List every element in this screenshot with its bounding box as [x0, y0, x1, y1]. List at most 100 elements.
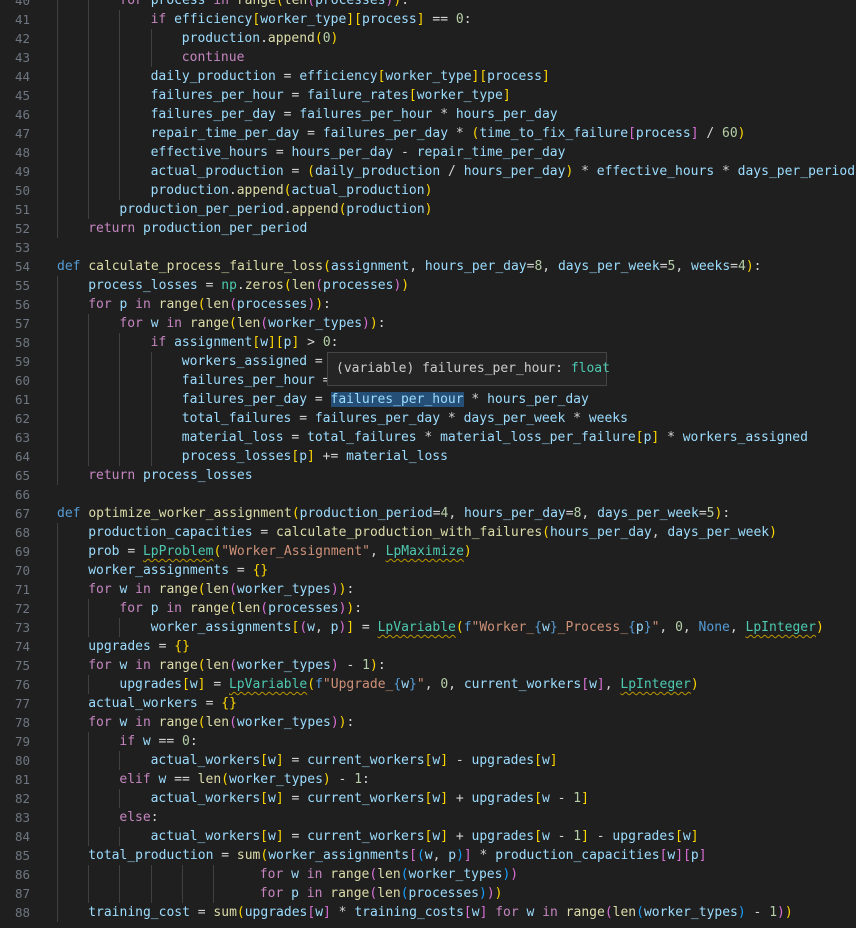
- indent-guide: [119, 162, 121, 181]
- code-line[interactable]: 87 for p in range(len(processes))): [0, 884, 856, 903]
- indent-guide: [57, 105, 58, 124]
- code-line[interactable]: 44 daily_production = efficiency [worker_t…: [0, 67, 856, 86]
- code-token: upgrades: [471, 753, 535, 768]
- code-editor[interactable]: 40 for process in range(len(processes)): 4…: [0, 0, 856, 922]
- indent-guide: [57, 67, 58, 86]
- code-token: LpProblem: [142, 544, 214, 559]
- code-token: (: [229, 297, 237, 312]
- code-line[interactable]: 47 repair_time_per_day = failures_per_day…: [0, 124, 856, 143]
- code-token: =: [268, 145, 292, 160]
- code-token: in: [306, 867, 331, 882]
- code-text: workers_assigned =: [182, 352, 331, 371]
- code-line[interactable]: 40 for process in range(len(processes)):: [0, 0, 856, 10]
- code-line[interactable]: 42 production.append(0): [0, 29, 856, 48]
- code-token: ): [362, 316, 370, 331]
- indent-guide: [88, 29, 90, 48]
- code-line[interactable]: 73 worker_assignments[(w, p)] = LpVariabl…: [0, 618, 856, 637]
- code-token: ): [330, 715, 339, 730]
- code-line[interactable]: 85 total_production = sum (worker_assignme…: [0, 846, 856, 865]
- code-token: -: [549, 791, 574, 806]
- code-token: len: [377, 867, 401, 882]
- line-number: 42: [14, 31, 30, 46]
- code-line[interactable]: 49 actual_production = (daily_production …: [0, 162, 856, 181]
- code-token: ,: [369, 544, 386, 559]
- code-line[interactable]: 54 def calculate_process_failure_loss(ass…: [0, 257, 856, 276]
- code-line[interactable]: 46 failures_per_day = failures_per_hour *…: [0, 105, 856, 124]
- code-line[interactable]: 80 actual_workers[w] = current_workers[w]…: [0, 751, 856, 770]
- line-number: 41: [14, 12, 30, 27]
- code-line[interactable]: 71 for w in range(len(worker_types)):: [0, 580, 856, 599]
- code-line[interactable]: 74 upgrades = {}: [0, 637, 856, 656]
- code-line[interactable]: 88 training_cost = sum(upgrades[w] * trai…: [0, 903, 856, 922]
- code-line[interactable]: 48 effective_hours = hours_per_day - repa…: [0, 143, 856, 162]
- code-line[interactable]: 63 material_loss = total_failures * mater…: [0, 428, 856, 447]
- indent-guide: [88, 770, 90, 789]
- code-line[interactable]: 70 worker_assignments = {}: [0, 561, 856, 580]
- code-line[interactable]: 62 total_failures = failures_per_day * da…: [0, 409, 856, 428]
- indent-guide: [57, 789, 58, 808]
- indent-guide: [88, 124, 90, 143]
- code-token: LpVariable: [228, 677, 308, 692]
- code-token: ): [330, 31, 339, 46]
- code-token: production_capacities: [88, 525, 253, 540]
- code-token: return: [88, 221, 143, 236]
- code-line[interactable]: 43 continue: [0, 48, 856, 67]
- code-token: processes: [236, 297, 308, 312]
- code-line[interactable]: 76 upgrades[w] = LpVariable(f"Upgrade_{w}…: [0, 675, 856, 694]
- code-line[interactable]: 58 if assignment[w][p] > 0:: [0, 333, 856, 352]
- indent-guide: [119, 352, 121, 371]
- code-token: [: [252, 12, 261, 27]
- line-number: 62: [14, 411, 30, 426]
- code-token: :: [401, 0, 410, 8]
- code-line[interactable]: 65 return process_losses: [0, 466, 856, 485]
- code-line[interactable]: 72 for p in range(len(processes)):: [0, 599, 856, 618]
- code-token: ]: [690, 829, 699, 844]
- line-number: 43: [14, 50, 30, 65]
- indent-guide: [119, 48, 121, 67]
- code-token: ): [486, 886, 495, 901]
- code-token: =: [283, 88, 308, 103]
- code-line[interactable]: 53: [0, 238, 856, 257]
- code-line[interactable]: 66: [0, 485, 856, 504]
- line-number: 44: [14, 69, 30, 84]
- code-line[interactable]: 86 for w in range(len(worker_types)): [0, 865, 856, 884]
- code-text: for w in range(len(worker_types)): [260, 865, 518, 884]
- code-line[interactable]: 57 for w in range(len(worker_types)):: [0, 314, 856, 333]
- code-line[interactable]: 81 elif w == len(worker_types) - 1:: [0, 770, 856, 789]
- code-token: =: [229, 563, 253, 578]
- code-line[interactable]: 78 for w in range(len(worker_types)):: [0, 713, 856, 732]
- code-line[interactable]: 52 return production_per_period: [0, 219, 856, 238]
- code-line[interactable]: 51 production_per_period.append(productio…: [0, 200, 856, 219]
- code-line[interactable]: 56 for p in range(len(processes)):: [0, 295, 856, 314]
- code-line[interactable]: 55 process_losses = np.zeros(len(processe…: [0, 276, 856, 295]
- code-line[interactable]: 82 actual_workers[w] = current_workers[w]…: [0, 789, 856, 808]
- code-token: for: [88, 658, 120, 673]
- line-number: 63: [14, 430, 30, 445]
- code-token: .: [236, 278, 245, 293]
- indent-guide: [57, 865, 58, 884]
- indent-guide: [57, 143, 58, 162]
- code-line[interactable]: 45 failures_per_hour = failure_rates[work…: [0, 86, 856, 105]
- code-line[interactable]: 61 failures_per_day = failures_per_hour *…: [0, 390, 856, 409]
- code-line[interactable]: 41 if efficiency[worker_type][process] ==…: [0, 10, 856, 29]
- code-token: w: [307, 620, 315, 635]
- indent-guide: [150, 865, 152, 884]
- code-token: [: [409, 848, 417, 863]
- code-line[interactable]: 83 else:: [0, 808, 856, 827]
- code-text: material_loss = total_failures * materia…: [182, 428, 808, 447]
- code-line[interactable]: 67 def optimize_worker_assignment(product…: [0, 504, 856, 523]
- indent-guide: [119, 10, 121, 29]
- code-line[interactable]: 64 process_losses[p] += material_loss: [0, 447, 856, 466]
- code-line[interactable]: 68 production_capacities = calculate_prod…: [0, 523, 856, 542]
- code-token: effective_hours: [596, 164, 715, 179]
- code-token: optimize_worker_assignment: [88, 506, 292, 521]
- code-token: days_per_week: [463, 411, 566, 426]
- code-line[interactable]: 79 if w == 0:: [0, 732, 856, 751]
- indent-guide: [119, 371, 121, 390]
- code-line[interactable]: 69 prob = LpProblem("Worker_Assignment", …: [0, 542, 856, 561]
- code-line[interactable]: 77 actual_workers = {}: [0, 694, 856, 713]
- code-line[interactable]: 84 actual_workers[w] = current_workers[w]…: [0, 827, 856, 846]
- code-line[interactable]: 50 production.append(actual_production): [0, 181, 856, 200]
- code-line[interactable]: 75 for w in range(len(worker_types) - 1):: [0, 656, 856, 675]
- code-token: +: [448, 791, 472, 806]
